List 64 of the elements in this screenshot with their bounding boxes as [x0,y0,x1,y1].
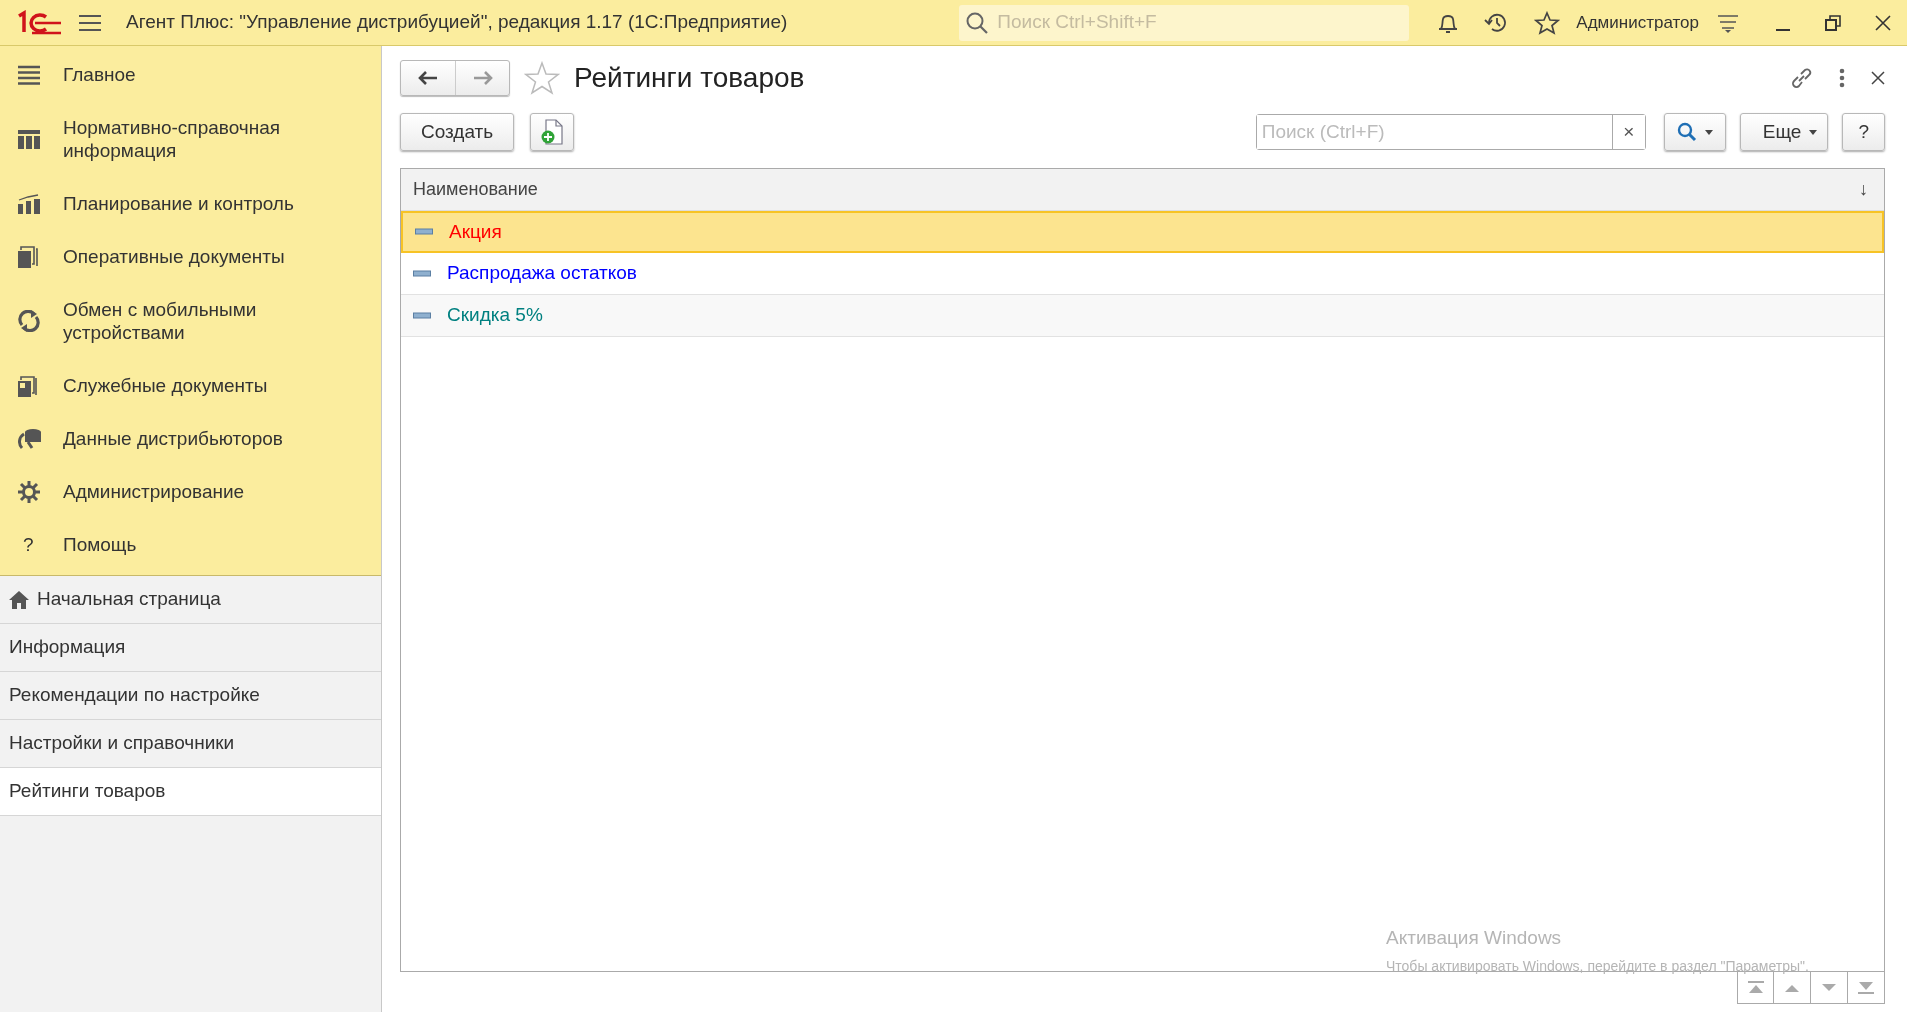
caret-icon [1704,129,1713,135]
create-button[interactable]: Создать [400,113,515,151]
menu-icon[interactable] [78,12,102,33]
item-dash-icon [413,269,431,278]
scroll-top-icon [1746,981,1765,994]
activation-text: Чтобы активировать Windows, перейдите в раздел "Параметры". [1386,956,1809,976]
help-icon: ? [18,533,34,556]
window-title: Агент Плюс: "Управление дистрибуцией", редакция 1.17 (1С:Предприятие) [126,10,788,35]
columns-icon [18,129,40,149]
section-label[interactable]: Служебные документы [63,374,268,397]
gear-icon [18,480,40,503]
star-icon[interactable] [1534,10,1561,35]
pages-icon [18,374,38,397]
logo-icon[interactable] [16,10,62,37]
sort-arrow-icon[interactable]: ↓ [1859,176,1868,203]
database-sync-icon [18,427,42,450]
scroll-bottom-icon [1857,981,1875,994]
star-icon[interactable] [524,61,560,95]
link-icon[interactable] [1789,66,1813,90]
restore-icon[interactable] [1825,14,1841,31]
section-label[interactable]: Нормативно-справочная информация [63,116,371,162]
lines-icon [18,64,40,85]
back-arrow-icon [418,71,438,85]
search-icon [1676,122,1697,142]
help-button[interactable]: ? [1842,113,1885,151]
search-button[interactable] [1663,113,1726,151]
section-label[interactable]: Главное [63,63,136,86]
close-icon[interactable] [1871,71,1885,85]
item-dash-icon [413,311,431,320]
row-name: Скидка 5% [447,303,543,328]
form-title: Рейтинги товаров [574,61,805,95]
search-input[interactable]: Поиск Ctrl+Shift+F [995,7,1404,38]
user-name[interactable]: Администратор [1576,9,1699,36]
row-name: Распродажа остатков [447,261,637,286]
clear-button[interactable]: × [1611,115,1645,149]
sync-icon [18,310,40,332]
section-label[interactable]: Помощь [63,533,137,556]
open-window-label: Начальная страница [37,587,221,612]
search-icon [965,10,990,35]
item-dash-icon [415,228,433,236]
section-label[interactable]: Обмен с мобильными устройствами [63,298,371,344]
more-dots-icon[interactable] [1839,68,1845,88]
scroll-down-icon [1820,981,1838,994]
column-header[interactable]: Наименование [413,176,538,203]
forward-arrow-icon [472,71,493,85]
close-icon[interactable] [1875,14,1891,31]
document-plus-icon [541,119,564,145]
section-label[interactable]: Администрирование [63,480,245,503]
add-document-button[interactable] [530,113,575,151]
caret-icon [1809,129,1818,135]
table-row[interactable]: Скидка 5% [401,295,1884,337]
filter-lines-icon[interactable] [1717,12,1739,33]
bar-chart-icon [18,193,40,214]
search-field[interactable]: Поиск (Ctrl+F) × [1255,114,1646,150]
row-name: Акция [449,219,502,244]
section-label[interactable]: Планирование и контроль [63,192,294,215]
section-label[interactable]: Оперативные документы [63,245,285,268]
home-icon [9,590,29,609]
more-button[interactable]: Еще [1739,113,1829,151]
search-field[interactable]: Поиск Ctrl+Shift+F [959,4,1410,41]
section-label[interactable]: Данные дистрибьюторов [63,427,283,450]
documents-icon [18,245,38,268]
open-window-tab[interactable]: Рейтинги товаров [0,768,381,816]
activation-title: Активация Windows [1386,926,1563,950]
